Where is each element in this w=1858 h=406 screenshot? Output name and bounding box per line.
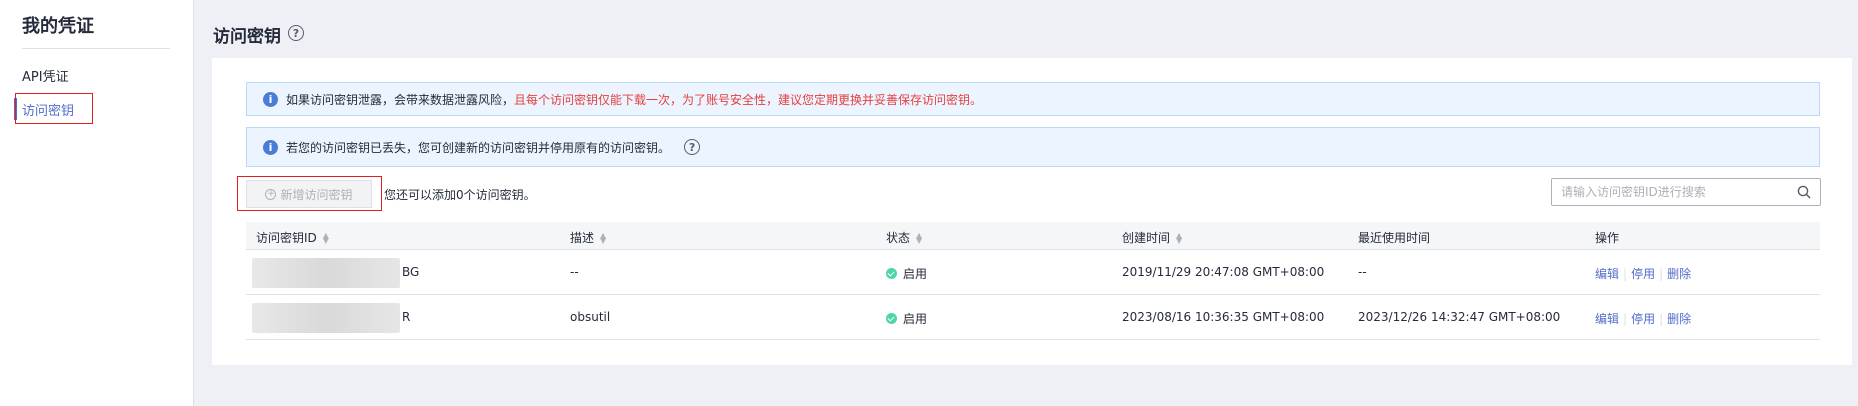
last-used-cell: -- xyxy=(1358,265,1367,279)
alert-leak-warning: i 如果访问密钥泄露，会带来数据泄露风险， 且每个访问密钥仅能下载一次，为了账号… xyxy=(246,82,1820,116)
sidebar-title: 我的凭证 xyxy=(22,16,94,37)
key-id-suffix: R xyxy=(402,310,411,324)
created-cell: 2019/11/29 20:47:08 GMT+08:00 xyxy=(1122,265,1325,279)
separator: | xyxy=(1623,312,1628,326)
separator: | xyxy=(1659,312,1664,326)
sort-icon[interactable]: ▲ ▼ xyxy=(916,231,922,244)
table-row: BG -- 启用 2019/11/29 20:47:08 GMT+08:00 -… xyxy=(246,250,1820,295)
sidebar-item-api-credentials[interactable]: API凭证 xyxy=(22,66,69,85)
created-cell: 2023/08/16 10:36:35 GMT+08:00 xyxy=(1122,310,1325,324)
table-header: 访问密钥ID ▲ ▼ 描述 ▲ ▼ 状态 ▲ ▼ 创建时间 ▲ ▼ 最近使用时间 操作 xyxy=(246,222,1820,250)
column-header-id[interactable]: 访问密钥ID ▲ ▼ xyxy=(256,229,329,246)
delete-link[interactable]: 删除 xyxy=(1667,267,1691,281)
sidebar: 我的凭证 API凭证 访问密钥 xyxy=(0,0,194,406)
check-circle-icon xyxy=(886,313,897,324)
question-circle-icon[interactable]: ? xyxy=(288,25,304,41)
description-cell: obsutil xyxy=(570,310,611,324)
alert-warn-text: 且每个访问密钥仅能下载一次，为了账号安全性，建议您定期更换并妥善保存访问密钥。 xyxy=(514,92,983,107)
table-row: R obsutil 启用 2023/08/16 10:36:35 GMT+08:… xyxy=(246,295,1820,340)
delete-link[interactable]: 删除 xyxy=(1667,312,1691,326)
redacted-key-id xyxy=(252,258,400,288)
disable-link[interactable]: 停用 xyxy=(1631,267,1655,281)
column-header-description[interactable]: 描述 ▲ ▼ xyxy=(570,229,606,246)
redacted-key-id xyxy=(252,303,400,333)
sort-icon[interactable]: ▲ ▼ xyxy=(1176,231,1182,244)
edit-link[interactable]: 编辑 xyxy=(1595,312,1619,326)
description-cell: -- xyxy=(570,265,579,279)
sidebar-divider xyxy=(22,48,170,49)
alert-text: 若您的访问密钥已丢失，您可创建新的访问密钥并停用原有的访问密钥。 xyxy=(286,140,671,155)
separator: | xyxy=(1659,267,1664,281)
search-icon[interactable] xyxy=(1797,185,1811,199)
actions-cell: 编辑 | 停用 | 删除 xyxy=(1595,310,1691,327)
alert-text: 如果访问密钥泄露，会带来数据泄露风险， xyxy=(286,92,515,107)
sort-icon[interactable]: ▲ ▼ xyxy=(600,231,606,244)
column-header-last-used: 最近使用时间 xyxy=(1358,231,1431,245)
page-title: 访问密钥 xyxy=(213,27,281,47)
column-header-created[interactable]: 创建时间 ▲ ▼ xyxy=(1122,229,1182,246)
edit-link[interactable]: 编辑 xyxy=(1595,267,1619,281)
search-input[interactable] xyxy=(1561,185,1797,199)
question-circle-icon[interactable]: ? xyxy=(684,139,701,155)
column-header-status[interactable]: 状态 ▲ ▼ xyxy=(886,229,922,246)
key-id-suffix: BG xyxy=(402,265,420,279)
sort-icon[interactable]: ▲ ▼ xyxy=(323,231,329,244)
actions-cell: 编辑 | 停用 | 删除 xyxy=(1595,265,1691,282)
quota-hint: 您还可以添加0个访问密钥。 xyxy=(384,188,536,202)
check-circle-icon xyxy=(886,268,897,279)
separator: | xyxy=(1623,267,1628,281)
highlight-box-add-button xyxy=(237,176,382,211)
column-header-actions: 操作 xyxy=(1595,231,1620,245)
info-icon: i xyxy=(263,139,278,155)
last-used-cell: 2023/12/26 14:32:47 GMT+08:00 xyxy=(1358,310,1561,324)
info-icon: i xyxy=(263,91,278,107)
highlight-box-sidebar xyxy=(15,93,93,124)
alert-lost-key: i 若您的访问密钥已丢失，您可创建新的访问密钥并停用原有的访问密钥。 ? xyxy=(246,127,1820,167)
status-cell: 启用 xyxy=(886,265,927,282)
status-cell: 启用 xyxy=(886,310,927,327)
disable-link[interactable]: 停用 xyxy=(1631,312,1655,326)
search-box xyxy=(1551,178,1821,206)
